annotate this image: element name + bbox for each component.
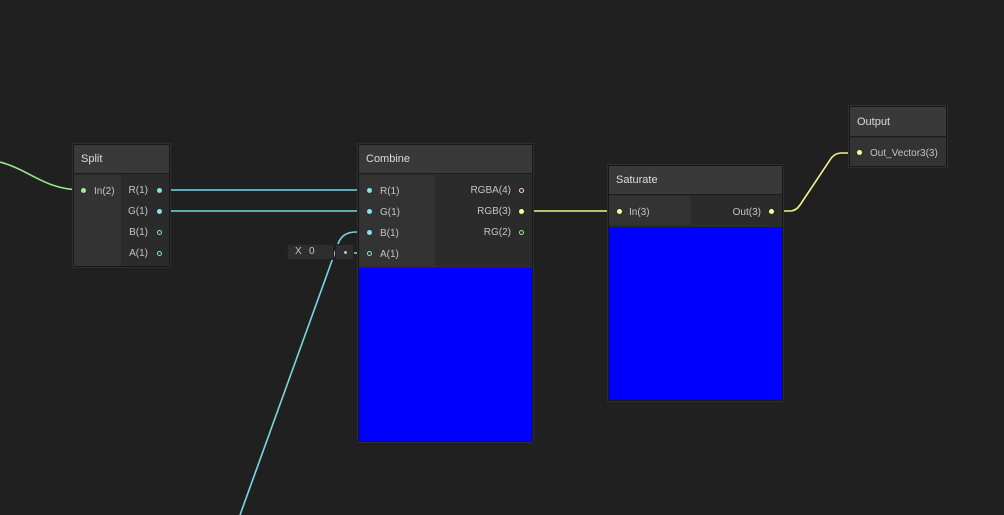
output-input-out-vector3: Out_Vector3(3) [870,148,938,159]
float-port-icon[interactable] [157,209,162,214]
combine-output-rgba: RGBA(4) [470,185,511,196]
output-node[interactable]: Output Out_Vector3(3) [849,106,947,167]
vector3-port-icon[interactable] [617,209,622,214]
saturate-input-in: In(3) [629,207,650,218]
float-port-icon[interactable] [367,188,372,193]
split-output-b: B(1) [129,227,148,238]
float-port-icon[interactable] [367,209,372,214]
saturate-node[interactable]: Saturate In(3) Out(3) [608,165,783,401]
split-output-r: R(1) [128,185,148,196]
float-port-icon[interactable] [157,188,162,193]
wire-external-to-combine-b[interactable] [239,231,368,515]
saturate-node-title[interactable]: Saturate [609,166,782,195]
split-output-a: A(1) [129,248,148,259]
split-node[interactable]: Split In(2) R(1) G(1) B(1) A(1) [73,144,170,267]
output-node-title[interactable]: Output [850,107,946,137]
connector-dot-icon [344,251,347,254]
vector3-port-icon[interactable] [519,209,524,214]
float-port-icon[interactable] [367,230,372,235]
split-node-title[interactable]: Split [74,145,169,174]
vector4-port-icon[interactable] [519,188,524,193]
float-port-icon[interactable] [157,251,162,256]
vector2-port-icon[interactable] [81,188,86,193]
vector3-port-icon[interactable] [857,150,862,155]
split-output-g: G(1) [128,206,148,217]
inline-connector [335,244,354,260]
saturate-preview [609,227,782,400]
combine-input-r: R(1) [380,186,400,197]
combine-output-rg: RG(2) [483,227,511,238]
split-input-in: In(2) [94,186,115,197]
combine-input-b: B(1) [380,228,399,239]
saturate-output-out: Out(3) [732,207,761,218]
wire-saturate-out-to-output-in[interactable] [771,152,858,212]
combine-input-g: G(1) [380,207,400,218]
vector3-port-icon[interactable] [769,209,774,214]
combine-output-rgb: RGB(3) [477,206,511,217]
wire-external-to-split-in[interactable] [0,161,83,191]
float-port-icon[interactable] [157,230,162,235]
combine-a-default-field[interactable]: X 0 [287,244,334,260]
combine-input-a: A(1) [380,249,399,260]
vector2-port-icon[interactable] [519,230,524,235]
combine-node-title[interactable]: Combine [359,145,532,174]
combine-preview [359,268,532,441]
axis-value-input[interactable]: 0 [309,246,315,257]
combine-node[interactable]: Combine R(1) G(1) B(1) A(1) RGBA(4) RGB(… [358,144,533,442]
float-port-icon[interactable] [367,251,372,256]
axis-label: X [295,246,302,257]
